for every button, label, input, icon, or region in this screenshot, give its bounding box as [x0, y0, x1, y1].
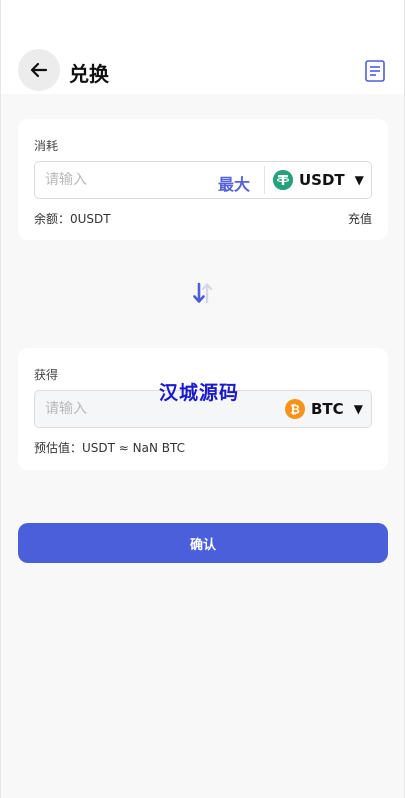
estimate-value: USDT ≈ NaN BTC [82, 441, 186, 455]
balance-value: 0USDT [70, 212, 111, 226]
balance-row: 余额：0USDT [34, 210, 111, 227]
max-button[interactable]: 最大 [218, 171, 250, 195]
back-button[interactable] [18, 49, 60, 91]
consume-label: 消耗 [34, 139, 59, 153]
swap-button[interactable] [190, 280, 216, 306]
swap-arrows-icon [193, 282, 213, 304]
consume-input-box: 最大 USDT ▼ [34, 161, 372, 199]
watermark: 汉城源码 [159, 382, 240, 404]
balance-label: 余额： [34, 212, 71, 226]
tether-icon [273, 170, 293, 190]
svg-text:₿: ₿ [290, 403, 300, 417]
receive-coin-select[interactable]: ₿ BTC ▼ [285, 391, 363, 427]
consume-card: 消耗 最大 USDT ▼ 余额：0USDT 充值 [18, 119, 388, 240]
document-list-icon [365, 60, 385, 82]
divider [264, 166, 265, 194]
page-title: 兑换 [69, 62, 109, 86]
chevron-down-icon: ▼ [354, 173, 364, 187]
bitcoin-icon: ₿ [285, 399, 305, 419]
consume-coin-select[interactable]: USDT ▼ [273, 162, 364, 198]
consume-amount-input[interactable] [45, 162, 205, 198]
consume-coin-name: USDT [299, 171, 345, 189]
records-button[interactable] [365, 60, 385, 82]
receive-card: 获得 ₿ BTC ▼ 预估值：USDT ≈ NaN BTC [18, 348, 388, 470]
header: 兑换 [1, 0, 404, 94]
confirm-button[interactable]: 确认 [18, 523, 388, 563]
receive-coin-name: BTC [311, 400, 344, 418]
recharge-link[interactable]: 充值 [348, 210, 372, 227]
arrow-left-icon [30, 62, 48, 78]
receive-label: 获得 [34, 368, 59, 382]
estimate-label: 预估值： [34, 441, 83, 455]
chevron-down-icon: ▼ [353, 402, 363, 416]
estimate-row: 预估值：USDT ≈ NaN BTC [34, 439, 185, 456]
